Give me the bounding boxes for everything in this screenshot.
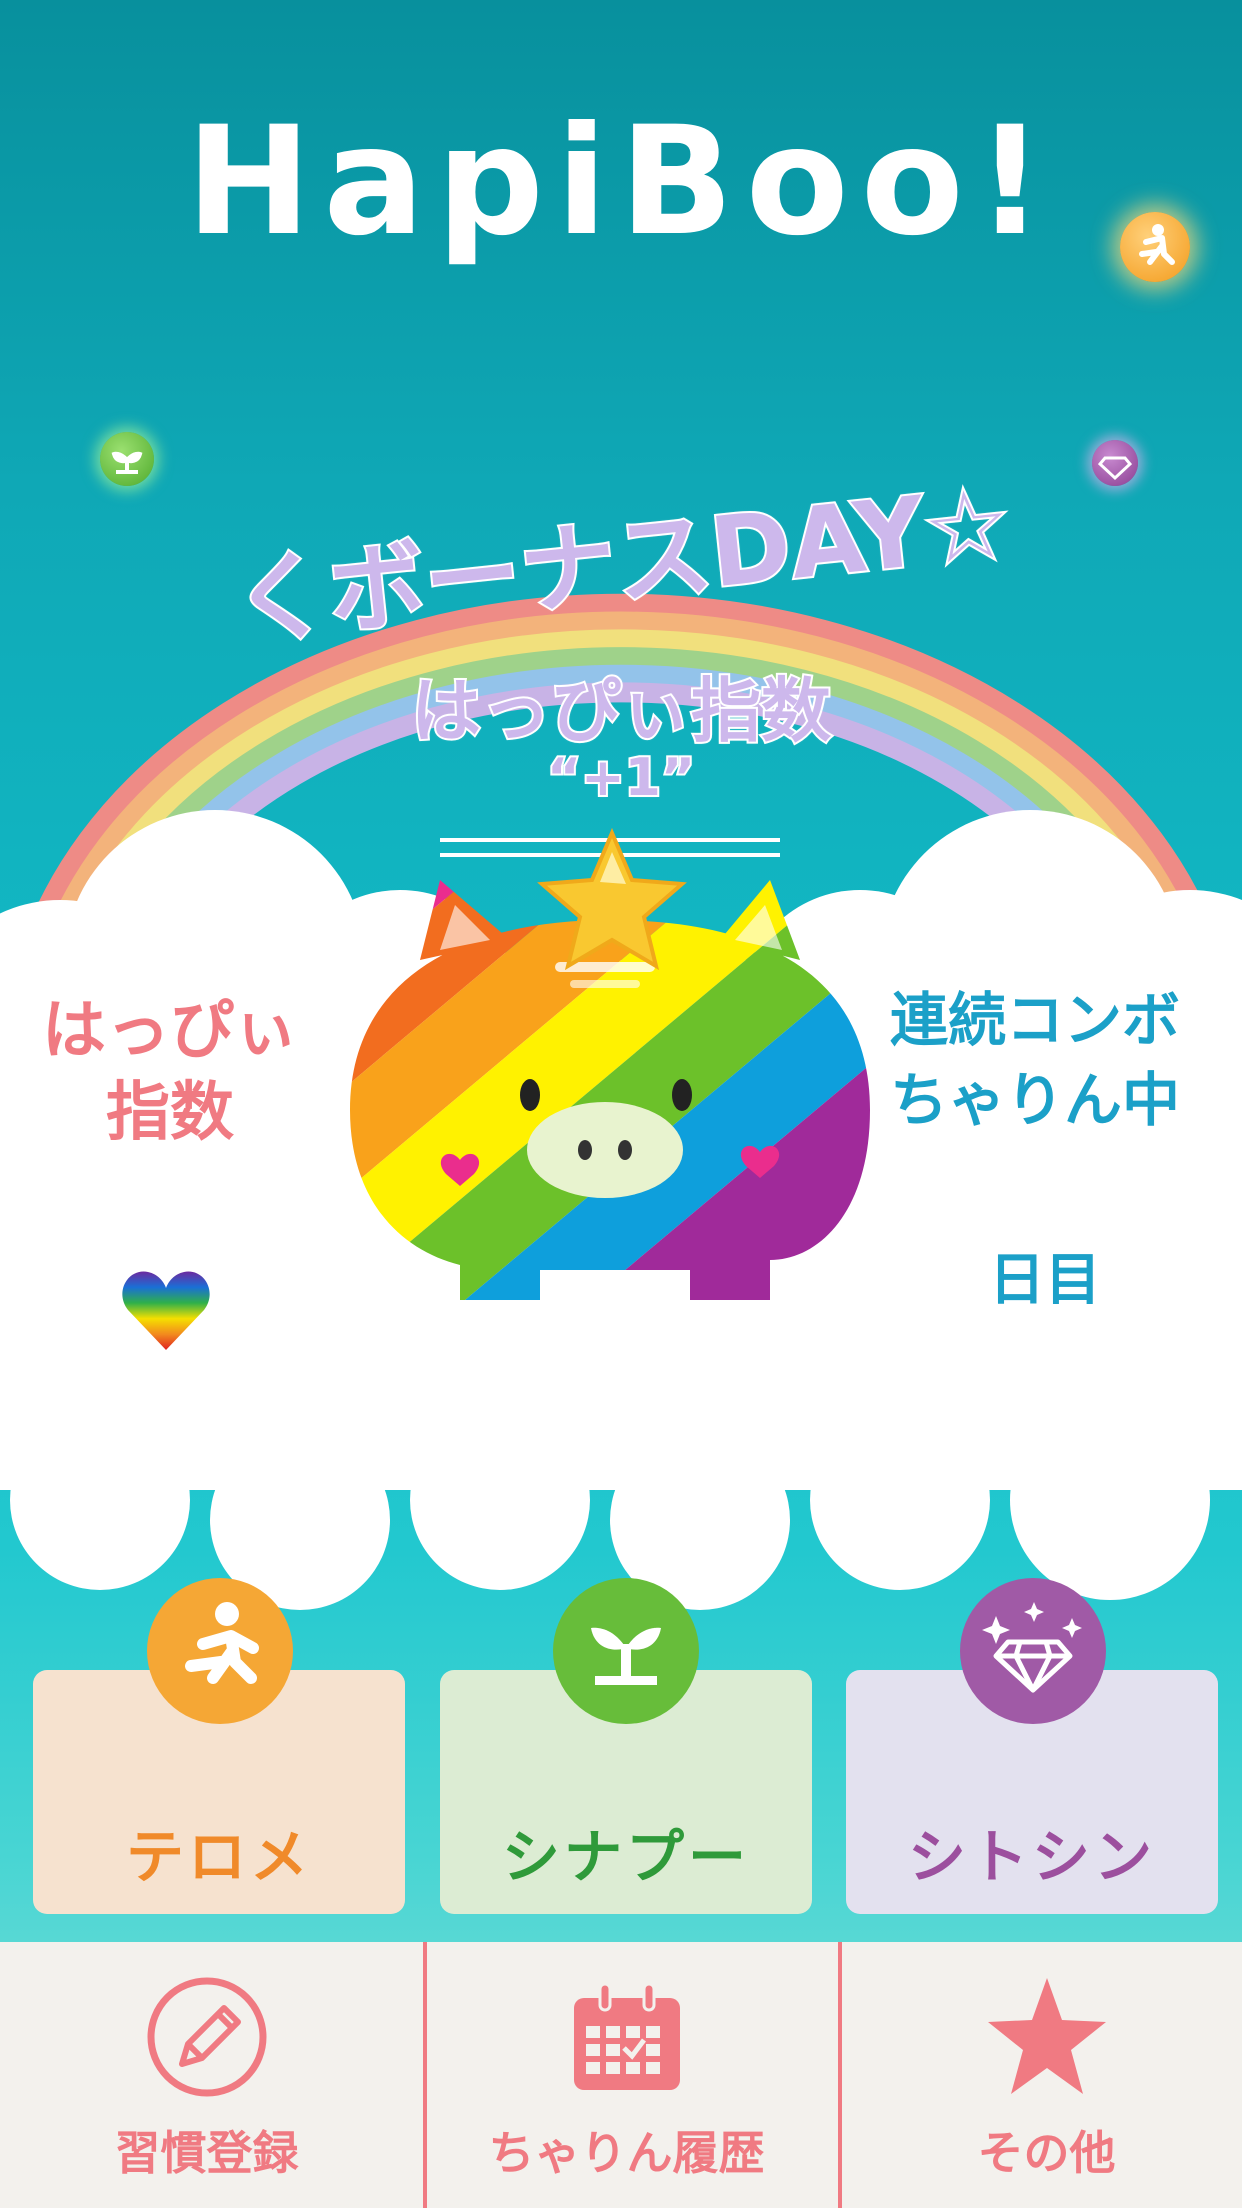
sprout-icon[interactable] [553, 1578, 699, 1724]
tab-habit-register[interactable]: 習慣登録 [0, 1942, 413, 2208]
happy-index-label-line1: はっぴぃ [42, 994, 298, 1068]
diamond-icon[interactable] [960, 1578, 1106, 1724]
combo-days-suffix: 日目 [989, 1248, 1101, 1313]
running-person-icon[interactable] [147, 1578, 293, 1724]
bottom-tab-bar: 習慣登録 ちゃりん履歴 その他 [0, 1942, 1242, 2208]
combo-label: 連続コンボ ちゃりん中 [870, 980, 1200, 1140]
category-label-telome: テロメ [125, 1823, 312, 1891]
tab-habit-register-label: 習慣登録 [114, 2126, 299, 2180]
combo-label-line2: ちゃりん中 [889, 1066, 1180, 1134]
star-icon [987, 1978, 1106, 2094]
happy-index-label: はっぴぃ 指数 [30, 990, 310, 1154]
tab-others-label: その他 [977, 2126, 1116, 2180]
calendar-icon [573, 1982, 680, 2090]
combo-label-line1: 連続コンボ [889, 986, 1180, 1054]
category-label-synapoo: シナプー [501, 1823, 750, 1891]
pencil-icon [147, 1977, 266, 2097]
tab-others[interactable]: その他 [840, 1942, 1242, 2208]
rainbow-heart-icon [122, 1271, 210, 1350]
tab-charin-history[interactable]: ちゃりん履歴 [420, 1942, 833, 2208]
category-label-cytosine: シトシン [907, 1823, 1156, 1891]
tab-charin-history-label: ちゃりん履歴 [488, 2126, 765, 2180]
happy-index-label-line2: 指数 [106, 1076, 234, 1150]
app-screen: HapiBoo! くボーナスDAY☆ はっぴぃ指数 “+1” はっぴぃ 指数 連… [0, 0, 1242, 2208]
